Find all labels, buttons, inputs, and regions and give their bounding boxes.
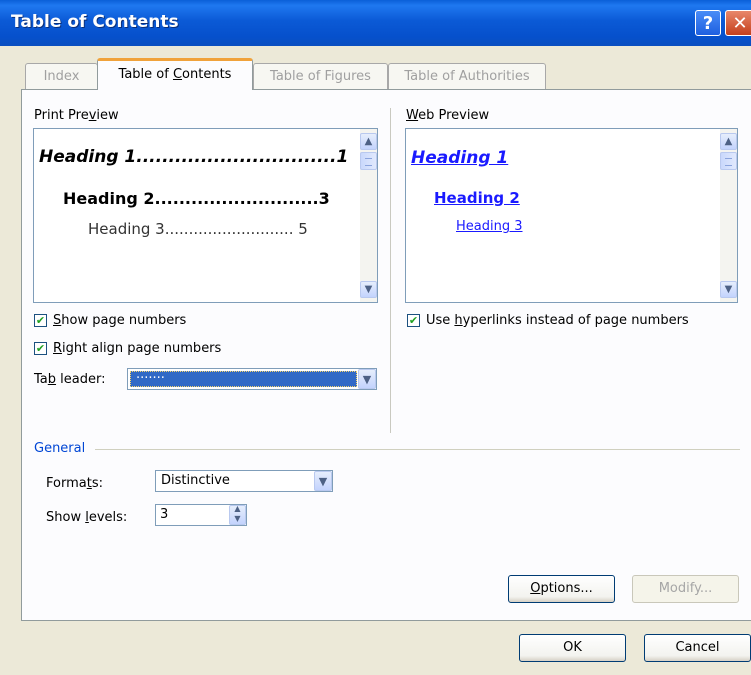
show-levels-spinner[interactable]: 3 ▲ ▼ [155, 504, 247, 526]
help-button[interactable]: ? [695, 10, 721, 36]
web-heading-2[interactable]: Heading 2 [434, 189, 520, 207]
web-preview-scrollbar[interactable]: ▲ ▼ [720, 129, 737, 302]
tab-table-of-figures[interactable]: Table of Figures [253, 63, 388, 89]
show-page-numbers-checkbox[interactable]: ✔ [34, 314, 47, 327]
chevron-down-icon[interactable]: ▼ [314, 471, 332, 491]
print-preview-box: Heading 1...............................… [33, 128, 378, 303]
options-button[interactable]: Options... [508, 575, 615, 603]
tab-table-of-authorities[interactable]: Table of Authorities [388, 63, 546, 89]
web-heading-3[interactable]: Heading 3 [456, 219, 523, 234]
close-button[interactable]: ✕ [725, 10, 751, 36]
right-align-label[interactable]: Right align page numbers [53, 341, 221, 356]
print-heading-1: Heading 1...............................… [39, 147, 349, 167]
web-heading-1[interactable]: Heading 1 [411, 148, 508, 168]
formats-label: Formats: [46, 476, 103, 491]
title-bar[interactable]: Table of Contents ? ✕ [0, 0, 751, 46]
scroll-up-icon[interactable]: ▲ [360, 133, 377, 150]
dialog-window: Table of Contents ? ✕ Index Table of Con… [0, 0, 751, 675]
chevron-down-icon[interactable]: ▼ [358, 369, 376, 389]
print-heading-2: Heading 2...........................3 [63, 189, 330, 208]
use-hyperlinks-label[interactable]: Use hyperlinks instead of page numbers [426, 313, 689, 328]
print-preview-label: Print Preview [34, 108, 119, 123]
tab-leader-label: Tab leader: [34, 372, 106, 387]
spin-down-icon[interactable]: ▼ [230, 514, 245, 523]
spinner-arrows[interactable]: ▲ ▼ [229, 504, 246, 525]
scroll-thumb[interactable] [720, 152, 737, 170]
print-preview-scrollbar[interactable]: ▲ ▼ [360, 129, 377, 302]
show-levels-label: Show levels: [46, 510, 128, 525]
print-heading-3: Heading 3........................... 5 [88, 220, 308, 238]
tab-leader-selection: ....... [130, 367, 357, 387]
modify-button[interactable]: Modify... [632, 575, 739, 603]
scroll-down-icon[interactable]: ▼ [360, 281, 377, 298]
tab-leader-dropdown[interactable]: ....... ▼ [127, 367, 377, 390]
formats-value: Distinctive [161, 473, 230, 488]
scroll-up-icon[interactable]: ▲ [720, 133, 737, 150]
help-icon: ? [702, 13, 714, 34]
use-hyperlinks-checkbox[interactable]: ✔ [407, 314, 420, 327]
ok-button[interactable]: OK [519, 634, 626, 662]
right-align-checkbox[interactable]: ✔ [34, 342, 47, 355]
general-section-label: General [34, 441, 86, 456]
scroll-thumb[interactable] [360, 152, 377, 170]
spin-up-icon[interactable]: ▲ [230, 504, 245, 513]
column-divider [390, 108, 391, 433]
scroll-down-icon[interactable]: ▼ [720, 281, 737, 298]
tab-table-of-contents[interactable]: Table of Contents [97, 58, 253, 90]
show-page-numbers-label[interactable]: Show page numbers [53, 313, 186, 328]
cancel-button[interactable]: Cancel [644, 634, 751, 662]
close-icon: ✕ [732, 13, 748, 34]
formats-dropdown[interactable]: Distinctive ▼ [155, 470, 333, 492]
web-preview-label: Web Preview [406, 108, 490, 123]
general-divider [95, 449, 740, 450]
show-levels-value: 3 [160, 507, 169, 522]
dialog-title: Table of Contents [11, 12, 179, 32]
web-preview-box: Heading 1 Heading 2 Heading 3 ▲ ▼ [405, 128, 738, 303]
tab-leader-value: ....... [136, 367, 165, 382]
tab-index[interactable]: Index [25, 63, 98, 89]
